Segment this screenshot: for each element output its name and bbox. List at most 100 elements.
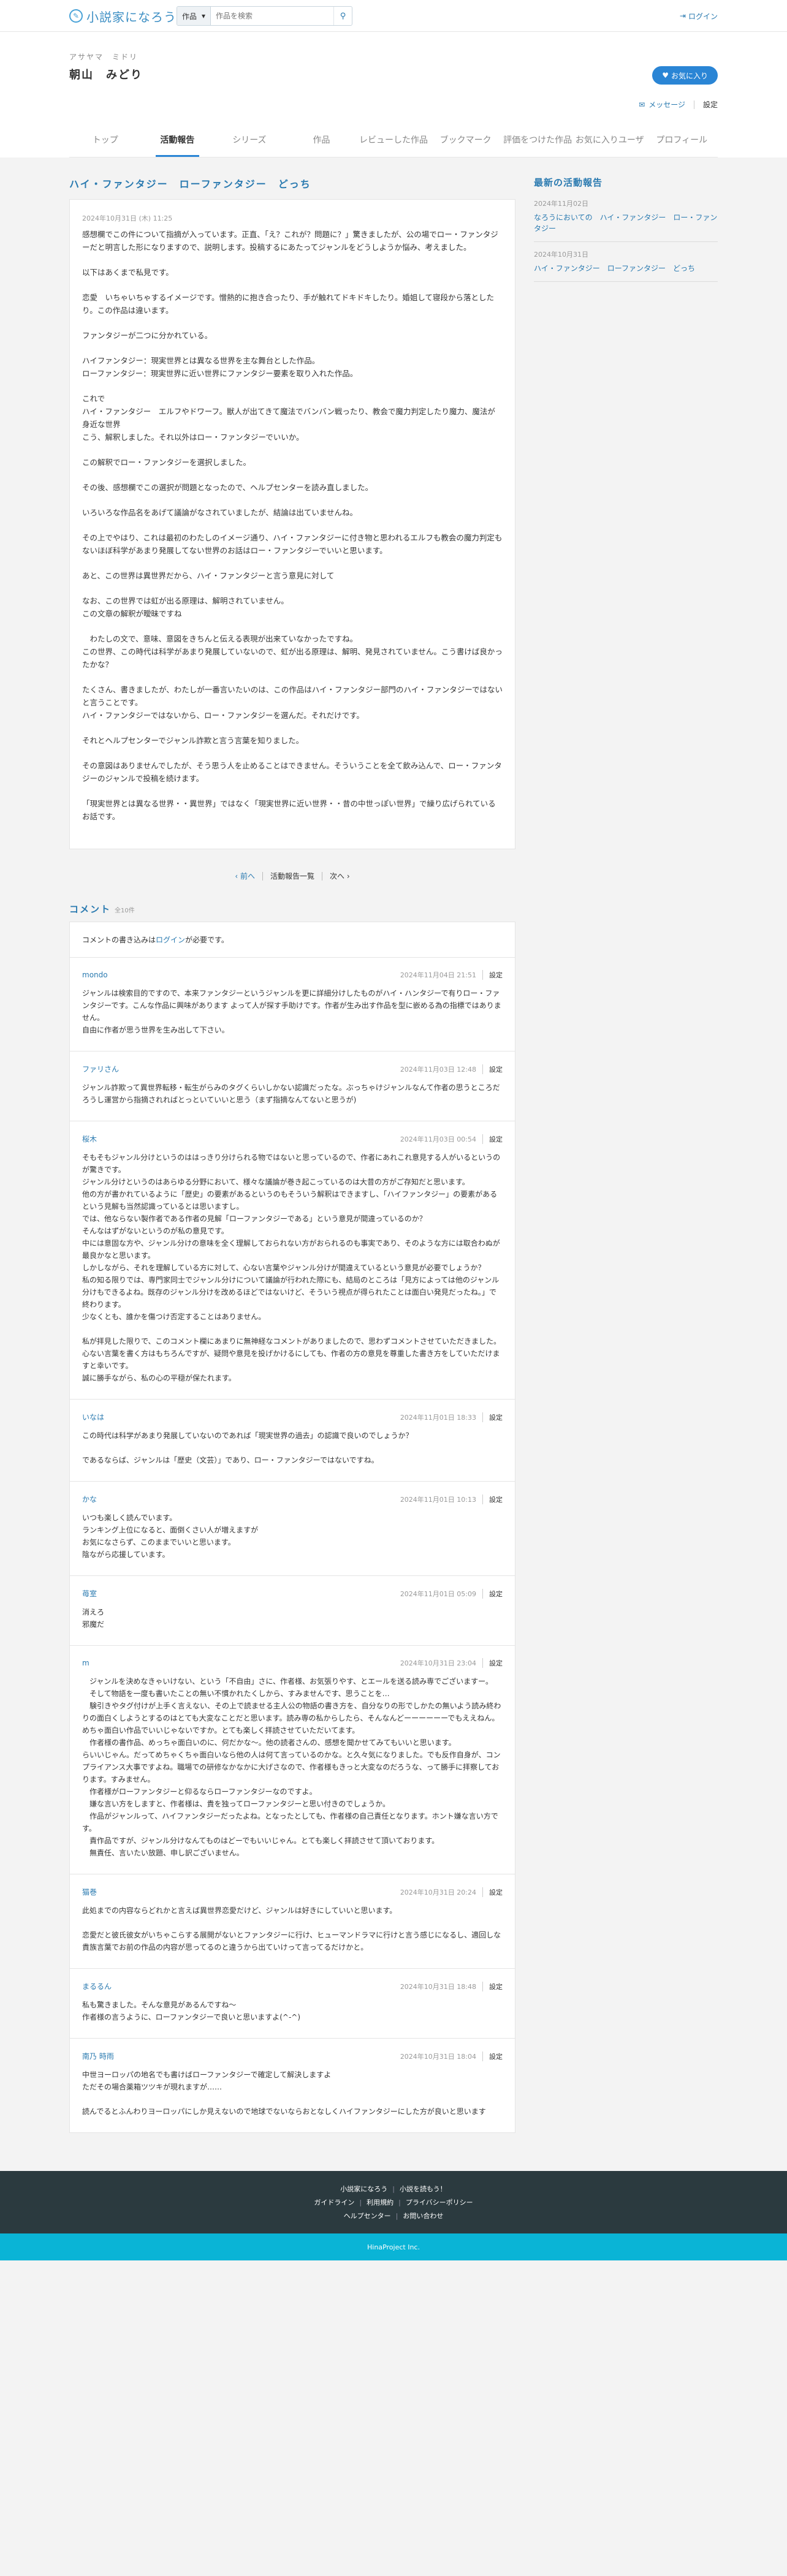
comment: 猫巻 2024年10月31日 20:24 設定 此処までの内容ならどれかと言えば異世界… [69, 1874, 515, 1969]
heart-icon: ♥ [662, 71, 669, 80]
comment: 桜木 2024年11月03日 00:54 設定そもそもジャンル分けというのははっきり… [69, 1121, 515, 1400]
sidebar-item-date: 2024年11月02日 [534, 200, 588, 208]
prev-link[interactable]: ‹ 前へ [235, 871, 255, 881]
comment-author[interactable]: 桜木 [82, 1134, 400, 1144]
message-icon: ✉ [639, 100, 645, 109]
footer-link[interactable]: プライバシーポリシー [406, 2197, 473, 2207]
comment-date: 2024年10月31日 23:04 [400, 1659, 476, 1667]
footer-link[interactable]: 小説家になろう [340, 2184, 387, 2194]
tab-works[interactable]: 作品 [286, 123, 358, 157]
footer-link[interactable]: ガイドライン [314, 2197, 354, 2207]
tab-series[interactable]: シリーズ [213, 123, 286, 157]
login-link[interactable]: ログイン [156, 936, 185, 944]
comment-date: 2024年11月01日 18:33 [400, 1413, 476, 1422]
sidebar-item-link[interactable]: なろうにおいての ハイ・ファンタジー ロー・ファンタジー [534, 213, 717, 233]
comment-settings-link[interactable]: 設定 [482, 1588, 503, 1599]
login-link[interactable]: ⇥ ログイン [680, 0, 718, 32]
tab-favorite-users[interactable]: お気に入りユーザ [574, 123, 646, 157]
search-button[interactable]: ⚲ [333, 7, 352, 25]
report-list-link[interactable]: 活動報告一覧 [270, 871, 314, 881]
chevron-down-icon: ▾ [202, 12, 206, 20]
copyright: HinaProject Inc. [0, 2233, 787, 2260]
comment-settings-link[interactable]: 設定 [482, 1981, 503, 1991]
report-date: 2024年10月31日 (木) 11:25 [82, 214, 173, 222]
comment-author[interactable]: mondo [82, 971, 400, 979]
divider: | [359, 2198, 362, 2207]
tab-reviewed-works[interactable]: レビューした作品 [357, 123, 430, 157]
comment-login-notice: コメントの書き込みはログインが必要です。 [69, 922, 515, 958]
message-link[interactable]: メッセージ [648, 99, 685, 110]
chevron-right-icon: › [346, 872, 350, 881]
comment-header: 桜木 2024年11月03日 00:54 設定 [82, 1134, 503, 1144]
comment-settings-link[interactable]: 設定 [482, 1887, 503, 1897]
comment-author[interactable]: 南乃 時雨 [82, 2051, 400, 2061]
comment: m 2024年10月31日 23:04 設定 ジャンルを決めなきゃいけない、という「… [69, 1646, 515, 1874]
settings-link[interactable]: 設定 [703, 99, 718, 110]
comment-header: 苺室 2024年11月01日 05:09 設定 [82, 1588, 503, 1599]
comment-settings-link[interactable]: 設定 [482, 1658, 503, 1668]
search-input[interactable] [211, 7, 334, 25]
footer-link[interactable]: 小説を読もう！ [400, 2184, 447, 2194]
tab-rated-works[interactable]: 評価をつけた作品 [501, 123, 574, 157]
footer-link[interactable]: ヘルプセンター [344, 2211, 391, 2221]
user-name-kana: アサヤマ ミドリ [69, 53, 139, 61]
comment-body: ジャンル詐欺って異世界転移・転生がらみのタグくらいしかない認識だったな。ぶっちゃ… [82, 1083, 500, 1104]
comment-author[interactable]: m [82, 1659, 400, 1667]
footer-link[interactable]: お問い合わせ [403, 2211, 443, 2221]
notice-text: コメントの書き込みは [82, 936, 156, 944]
login-label: ログイン [688, 12, 718, 21]
footer-row: ガイドライン | 利用規約 | プライバシーポリシー [314, 2197, 473, 2207]
comment-settings-link[interactable]: 設定 [482, 1494, 503, 1504]
comment-author[interactable]: かな [82, 1494, 400, 1504]
logo-text: 小説家になろう [86, 9, 177, 25]
comment-date: 2024年11月03日 12:48 [400, 1065, 476, 1074]
sidebar-title: 最新の活動報告 [534, 177, 603, 188]
footer-row: 小説家になろう | 小説を読もう！ [340, 2184, 446, 2194]
comment-author[interactable]: 苺室 [82, 1588, 400, 1599]
tab-bookmarks[interactable]: ブックマーク [430, 123, 502, 157]
comment: mondo 2024年11月04日 21:51 設定 ジャンルは検索目的ですので、本来… [69, 958, 515, 1051]
pager: ‹ 前へ 活動報告一覧 次へ › [69, 871, 515, 881]
main-area: ハイ・ファンタジー ローファンタジー どっち 2024年10月31日 (木) 1… [69, 157, 718, 2133]
comment-settings-link[interactable]: 設定 [482, 970, 503, 980]
prev-label: 前へ [240, 872, 255, 881]
comments-header: コメント 全10件 [69, 903, 515, 915]
user-header: アサヤマ ミドリ 朝山 みどり ♥ お気に入り ✉ メッセージ 設定 トップ 活… [0, 32, 787, 157]
report-paragraph: その上でやはり、これは最初のわたしのイメージ通り、ハイ・ファンタジーに付き物と思… [82, 533, 503, 555]
comment-settings-link[interactable]: 設定 [482, 2051, 503, 2061]
comment-date: 2024年11月04日 21:51 [400, 971, 476, 979]
comment-body: 此処までの内容ならどれかと言えば異世界恋愛だけど、ジャンルは好きにしていいと思い… [82, 1906, 501, 1952]
divider: | [392, 2184, 395, 2193]
footer-link[interactable]: 利用規約 [367, 2197, 394, 2207]
sidebar-item-link[interactable]: ハイ・ファンタジー ローファンタジー どっち [534, 264, 695, 273]
comment-settings-link[interactable]: 設定 [482, 1412, 503, 1422]
comment-header: ファリさん 2024年11月03日 12:48 設定 [82, 1064, 503, 1074]
report-paragraph: 「現実世界とは異なる世界・・異世界」ではなく「現実世界に近い世界・・昔の中世っぽ… [82, 799, 496, 821]
search-category-select[interactable]: 作品 ▾ [177, 7, 211, 25]
comment-author[interactable]: いなは [82, 1412, 400, 1422]
tab-top[interactable]: トップ [69, 123, 142, 157]
comment-author[interactable]: まるるん [82, 1981, 400, 1991]
comment-author[interactable]: 猫巻 [82, 1887, 400, 1897]
report-paragraph: これで ハイ・ファンタジー エルフやドワーフ。獣人が出てきて魔法でバンバン戦った… [82, 394, 495, 442]
next-link[interactable]: 次へ › [330, 871, 350, 881]
report-paragraph: なお、この世界では虹が出る原理は、解明されていません。 この文章の解釈が曖昧です… [82, 596, 289, 618]
site-logo[interactable]: ✎ 小説家になろう [69, 7, 177, 25]
favorite-button[interactable]: ♥ お気に入り [652, 66, 718, 85]
tab-activity-report[interactable]: 活動報告 [142, 123, 214, 157]
favorite-button-label: お気に入り [671, 71, 708, 80]
comment-body: そもそもジャンル分けというのははっきり分けられる物ではないと思っているので、作者… [82, 1153, 501, 1382]
search-category-value: 作品 [182, 12, 197, 21]
comment-header: いなは 2024年11月01日 18:33 設定 [82, 1412, 503, 1422]
report-title: ハイ・ファンタジー ローファンタジー どっち [69, 178, 311, 190]
comment-settings-link[interactable]: 設定 [482, 1064, 503, 1074]
comment-settings-link[interactable]: 設定 [482, 1134, 503, 1144]
comment-author[interactable]: ファリさん [82, 1064, 400, 1074]
tab-profile[interactable]: プロフィール [646, 123, 718, 157]
report-paragraph: 感想欄でこの件について指摘が入っています。正直、「え？これが？問題に？」驚きまし… [82, 230, 498, 252]
divider: | [395, 2211, 398, 2220]
comment: まるるん 2024年10月31日 18:48 設定 私も驚きました。そんな意見があるん… [69, 1969, 515, 2039]
comment-header: まるるん 2024年10月31日 18:48 設定 [82, 1981, 503, 1991]
user-tabs: トップ 活動報告 シリーズ 作品 レビューした作品 ブックマーク 評価をつけた作… [69, 123, 718, 157]
comments-title: コメント [69, 904, 112, 915]
